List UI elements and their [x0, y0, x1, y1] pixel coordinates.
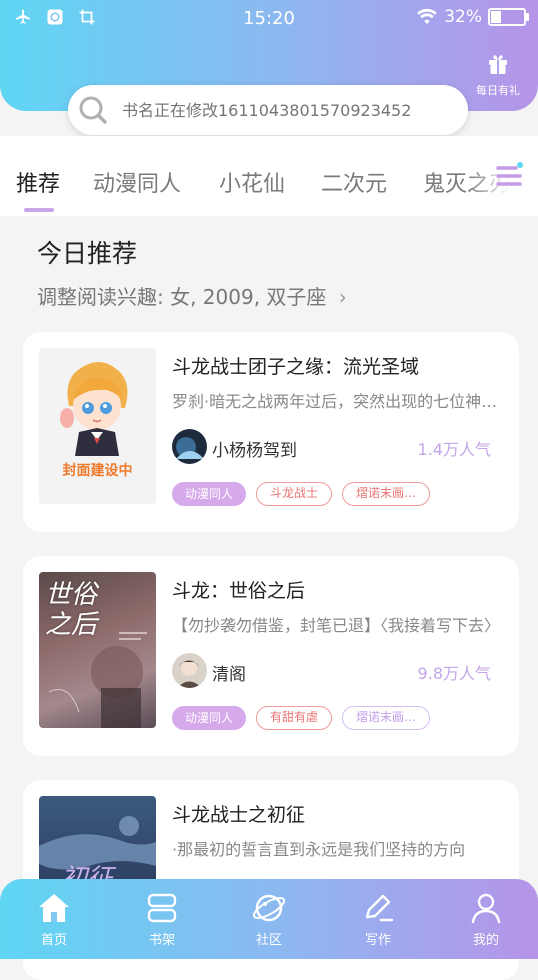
tab-indicator — [24, 208, 54, 212]
nav-write[interactable]: 写作 — [338, 891, 418, 948]
book-description: 罗刹·暗无之战两年过后，突然出现的七位神秘人 — [172, 392, 502, 411]
tag-list: 动漫同人 斗龙战士 熠诺末画… — [172, 482, 431, 506]
category-tabs: 推荐 动漫同人 小花仙 二次元 鬼灭之刃 — [0, 136, 538, 216]
cover-placeholder-illustration — [60, 362, 128, 456]
nav-bookshelf[interactable]: 书架 — [122, 891, 202, 948]
tag-chip[interactable]: 熠诺末画… — [342, 482, 431, 506]
tab-flower-fairy[interactable]: 小花仙 — [219, 166, 285, 198]
book-title[interactable]: 斗龙战士之初征 — [172, 800, 305, 827]
gift-label: 每日有礼 — [476, 84, 520, 97]
pen-icon — [365, 894, 394, 922]
avatar-image — [172, 653, 207, 688]
tag-chip[interactable]: 斗龙战士 — [256, 482, 333, 506]
wifi-icon — [417, 9, 437, 25]
battery-level — [491, 11, 501, 23]
gift-icon — [489, 55, 507, 74]
nav-community[interactable]: 社区 — [229, 891, 309, 948]
book-description: 【勿抄袭勿借鉴，封笔已退】〈我接着写下去〉 — [172, 616, 501, 635]
book-card[interactable]: 封面建设中 斗龙战士团子之缘：流光圣域 罗刹·暗无之战两年过后，突然出现的七位神… — [23, 332, 519, 532]
nav-label: 我的 — [472, 933, 499, 948]
nav-label: 写作 — [364, 933, 391, 948]
tag-list: 动漫同人 有甜有虐 熠诺末画… — [172, 706, 431, 730]
tag-chip[interactable]: 动漫同人 — [172, 706, 247, 730]
tab-anime[interactable]: 二次元 — [321, 166, 387, 198]
tag-chip[interactable]: 有甜有虐 — [256, 706, 333, 730]
bottom-navigation: 首页 书架 社区 写作 我的 — [0, 879, 538, 959]
tag-chip[interactable]: 动漫同人 — [172, 482, 247, 506]
author-name[interactable]: 小杨杨驾到 — [212, 436, 297, 461]
reading-interest-text: 调整阅读兴趣: 女, 2009, 双子座 — [37, 285, 327, 309]
book-cover[interactable]: 封面建设中 — [39, 348, 156, 504]
battery-percent: 32% — [444, 7, 482, 27]
tag-chip[interactable]: 熠诺末画… — [342, 706, 431, 730]
cover-placeholder-text: 封面建设中 — [62, 463, 133, 479]
avatar-image — [172, 429, 207, 464]
book-card[interactable]: 世俗之后 斗龙：世俗之后 【勿抄袭勿借鉴，封笔已退】〈我接着写下去〉 清阁 9.… — [23, 556, 519, 756]
home-icon — [39, 894, 69, 922]
book-cover[interactable]: 世俗之后 — [39, 572, 156, 728]
author-name[interactable]: 清阁 — [212, 660, 246, 685]
popularity-count: 9.8万人气 — [417, 664, 491, 683]
nav-home[interactable]: 首页 — [14, 891, 94, 948]
book-title[interactable]: 斗龙战士团子之缘：流光圣域 — [172, 352, 419, 379]
user-icon — [471, 893, 501, 924]
popularity-count: 1.4万人气 — [417, 440, 491, 459]
chevron-right-icon: › — [338, 285, 347, 309]
search-icon — [79, 96, 107, 124]
book-description: ·那最初的誓言直到永远是我们坚持的方向 — [172, 840, 466, 859]
search-input[interactable] — [120, 99, 434, 121]
book-title[interactable]: 斗龙：世俗之后 — [172, 576, 305, 603]
tab-anime-fanfic[interactable]: 动漫同人 — [93, 166, 181, 198]
planet-icon — [252, 894, 286, 922]
author-avatar[interactable] — [172, 653, 207, 688]
status-right: 32% — [416, 7, 529, 27]
daily-gift-button[interactable]: 每日有礼 — [470, 52, 526, 98]
battery-icon — [488, 8, 529, 26]
nav-label: 书架 — [148, 933, 175, 948]
author-avatar[interactable] — [172, 429, 207, 464]
nav-profile[interactable]: 我的 — [446, 891, 526, 948]
search-bar[interactable] — [68, 85, 468, 135]
status-bar: 15:20 32% — [0, 0, 538, 36]
nav-label: 首页 — [40, 933, 67, 948]
nav-label: 社区 — [255, 933, 282, 948]
category-menu-icon[interactable] — [496, 160, 524, 190]
cover-title-text: 世俗之后 — [45, 580, 98, 640]
tab-recommend[interactable]: 推荐 — [16, 166, 60, 198]
reading-interest-link[interactable]: 调整阅读兴趣: 女, 2009, 双子座 › — [37, 281, 347, 310]
bookshelf-icon — [147, 893, 177, 923]
section-title: 今日推荐 — [37, 239, 138, 268]
